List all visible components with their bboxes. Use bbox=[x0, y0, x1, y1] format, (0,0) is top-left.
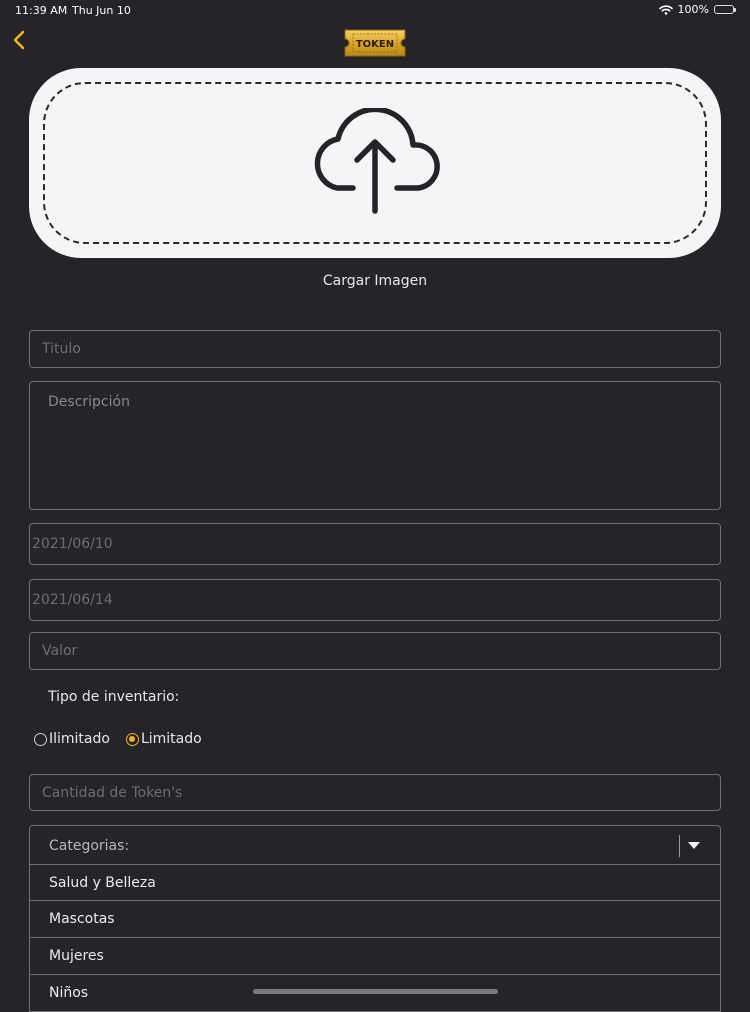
status-date: Thu Jun 10 bbox=[72, 4, 131, 17]
home-indicator bbox=[253, 989, 498, 994]
dropdown-separator bbox=[679, 834, 680, 857]
category-option[interactable]: Salud y Belleza bbox=[29, 864, 721, 901]
upload-label: Cargar Imagen bbox=[322, 273, 428, 289]
upload-dashed-border bbox=[43, 82, 707, 244]
wifi-icon bbox=[658, 4, 673, 15]
logo-text: TOKEN bbox=[356, 39, 394, 50]
description-textarea[interactable] bbox=[29, 381, 721, 510]
radio-label: Ilimitado bbox=[49, 731, 110, 747]
status-indicators: 100% bbox=[658, 3, 736, 16]
radio-circle bbox=[34, 732, 47, 746]
category-option[interactable]: Mujeres bbox=[29, 938, 721, 975]
image-upload-area[interactable] bbox=[29, 68, 721, 258]
token-logo: TOKEN bbox=[344, 29, 406, 57]
cloud-upload-icon bbox=[314, 108, 440, 214]
category-option[interactable]: Mascotas bbox=[29, 901, 721, 938]
inventory-radio-group: Ilimitado Limitado bbox=[34, 731, 218, 747]
radio-label: Limitado bbox=[140, 731, 202, 747]
title-input[interactable] bbox=[29, 330, 721, 368]
status-time: 11:39 AM bbox=[15, 4, 68, 17]
inventory-type-label: Tipo de inventario: bbox=[48, 689, 180, 705]
value-input[interactable] bbox=[29, 632, 721, 670]
radio-circle bbox=[125, 732, 139, 746]
radio-limitado[interactable]: Limitado bbox=[125, 731, 202, 747]
start-date-input[interactable] bbox=[29, 523, 721, 565]
end-date-input[interactable] bbox=[29, 579, 721, 621]
battery-percent: 100% bbox=[677, 3, 709, 16]
back-chevron-icon[interactable] bbox=[8, 28, 32, 52]
battery-icon bbox=[714, 5, 736, 14]
categories-label: Categorias: bbox=[49, 837, 130, 854]
token-quantity-input[interactable] bbox=[29, 774, 721, 811]
radio-ilimitado[interactable]: Ilimitado bbox=[34, 731, 110, 747]
dropdown-arrow-icon bbox=[688, 842, 700, 849]
categories-dropdown[interactable]: Categorias: bbox=[29, 825, 721, 865]
